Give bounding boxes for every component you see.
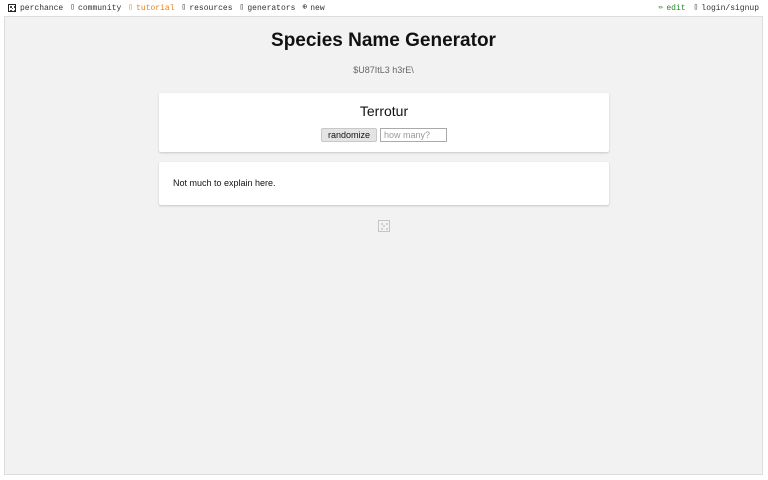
edit-label: edit [666, 3, 686, 13]
book-icon: ▯ [128, 3, 134, 12]
page-subtitle: $U87ItL3 h3rE\ [353, 65, 414, 75]
pencil-icon: ✏ [658, 3, 664, 12]
nav-right: ✏ edit ▯ login/signup [651, 2, 759, 14]
list-icon: ▯ [239, 3, 245, 12]
generator-page: Species Name Generator $U87ItL3 h3rE\ Te… [4, 16, 763, 475]
output-card: Terrotur randomize [159, 93, 609, 152]
generated-output: Terrotur [359, 103, 409, 119]
nav-item-label: tutorial [136, 3, 175, 13]
brand-label: perchance [20, 3, 64, 13]
edit-link[interactable]: ✏ edit [659, 4, 686, 13]
nav-item-generators[interactable]: ▯ generators [240, 4, 296, 13]
how-many-input[interactable] [380, 128, 448, 142]
nav-item-label: new [310, 3, 325, 13]
dice-footer-icon[interactable] [378, 220, 390, 232]
info-card: Not much to explain here. [159, 162, 609, 205]
login-signup-link[interactable]: ▯ login/signup [694, 4, 759, 13]
nav-item-tutorial[interactable]: ▯ tutorial [128, 4, 174, 13]
randomize-button[interactable]: randomize [320, 128, 378, 142]
nav-brand[interactable]: perchance [8, 4, 63, 13]
nav-item-label: resources [189, 3, 233, 13]
login-label: login/signup [701, 3, 759, 13]
nav-left: perchance ▯ community ▯ tutorial ▯ resou… [8, 2, 332, 14]
nav-item-resources[interactable]: ▯ resources [182, 4, 233, 13]
chat-icon: ▯ [70, 3, 76, 12]
plus-circle-icon: ⊕ [302, 3, 308, 12]
nav-item-label: community [78, 3, 122, 13]
nav-item-label: generators [247, 3, 296, 13]
nav-item-new[interactable]: ⊕ new [302, 4, 324, 13]
user-icon: ▯ [693, 3, 699, 12]
info-text: Not much to explain here. [173, 178, 276, 188]
page-title: Species Name Generator [271, 30, 496, 51]
top-nav-bar: perchance ▯ community ▯ tutorial ▯ resou… [0, 0, 768, 16]
generator-controls: randomize [159, 128, 609, 142]
nav-item-community[interactable]: ▯ community [70, 4, 121, 13]
dice-logo-icon [8, 4, 16, 12]
folder-icon: ▯ [181, 3, 187, 12]
